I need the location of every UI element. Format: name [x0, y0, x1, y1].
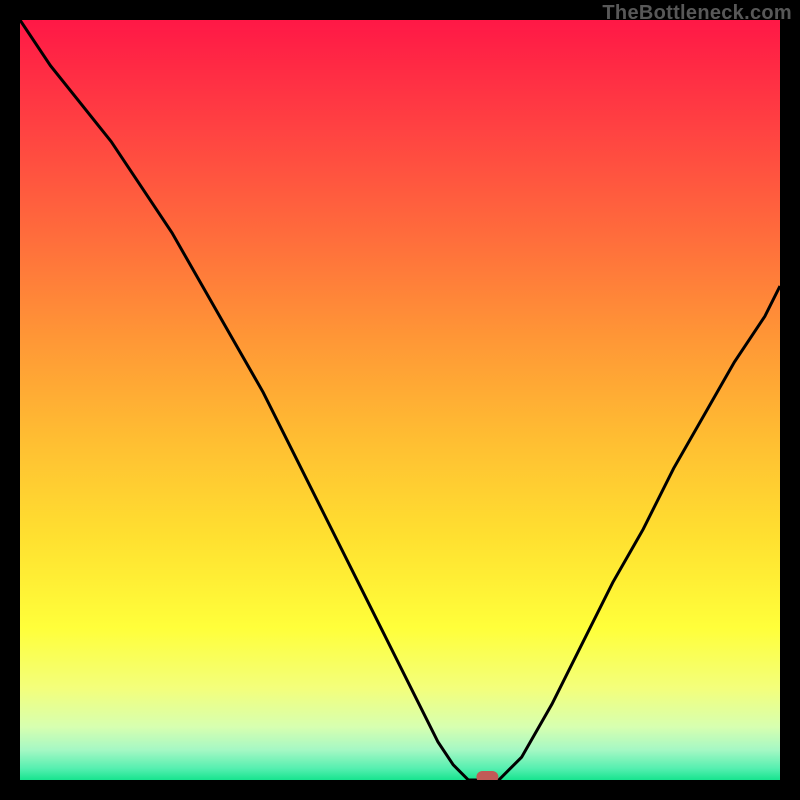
chart-container: TheBottleneck.com: [0, 0, 800, 800]
bottleneck-chart: [20, 20, 780, 780]
optimal-marker: [476, 771, 498, 780]
plot-area: [20, 20, 780, 780]
